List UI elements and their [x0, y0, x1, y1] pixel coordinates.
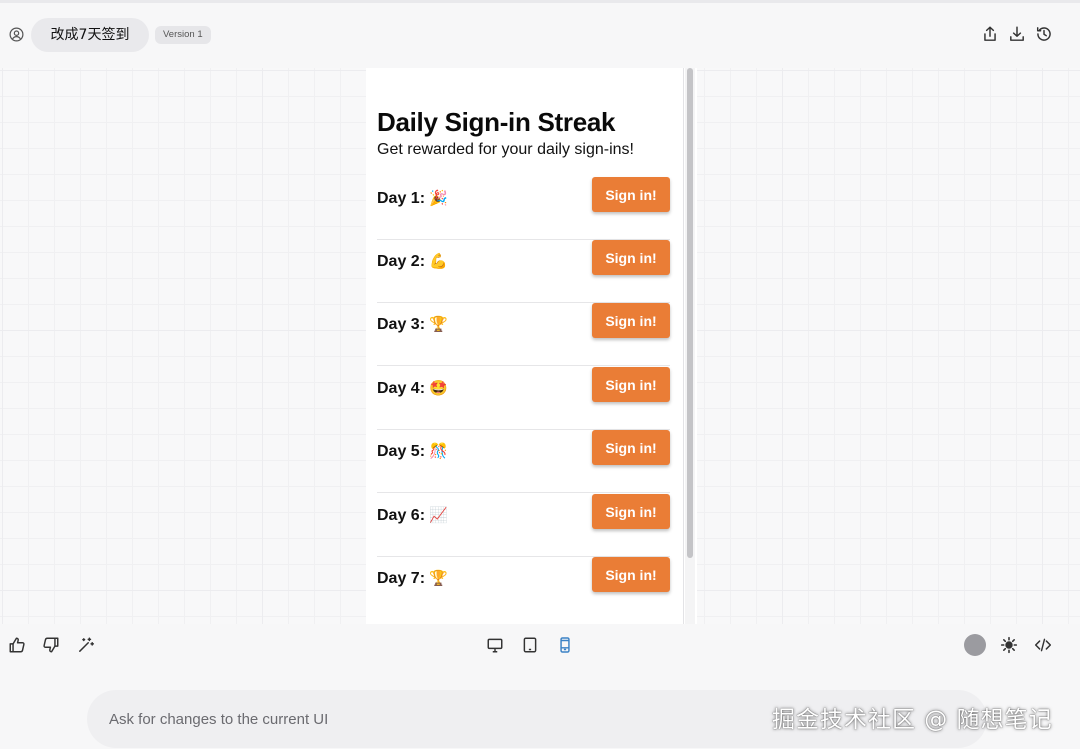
sign-in-button[interactable]: Sign in! — [592, 557, 670, 592]
day-emoji: 🎉 — [429, 189, 448, 207]
bottom-toolbar — [0, 624, 1080, 668]
magic-wand-icon[interactable] — [77, 636, 95, 654]
day-label: Day 3: 🏆 — [377, 315, 448, 333]
sign-in-button[interactable]: Sign in! — [592, 303, 670, 338]
day-emoji: 💪 — [429, 252, 448, 270]
day-emoji: 🏆 — [429, 315, 448, 333]
day-emoji: 🎊 — [429, 442, 448, 460]
thumbs-down-icon[interactable] — [42, 636, 60, 654]
share-icon[interactable] — [981, 25, 999, 43]
day-row: Day 2: 💪 Sign in! — [377, 240, 670, 303]
watermark: 掘金技术社区 @ 随想笔记 — [772, 707, 1053, 733]
code-icon[interactable] — [1034, 636, 1052, 654]
thumbs-up-icon[interactable] — [8, 636, 26, 654]
day-row: Day 1: 🎉 Sign in! — [377, 177, 670, 240]
day-emoji: 🤩 — [429, 379, 448, 397]
prompt-input[interactable] — [109, 707, 709, 731]
theme-toggle-icon[interactable] — [964, 634, 986, 656]
conversation-title[interactable]: 改成7天签到 — [31, 18, 149, 52]
sign-in-button[interactable]: Sign in! — [592, 430, 670, 465]
day-label: Day 4: 🤩 — [377, 379, 448, 397]
day-label: Day 2: 💪 — [377, 252, 448, 270]
history-icon[interactable] — [1035, 25, 1053, 43]
mobile-preview: Daily Sign-in Streak Get rewarded for yo… — [366, 68, 697, 624]
day-row: Day 6: 📈 Sign in! — [377, 494, 670, 557]
day-label: Day 7: 🏆 — [377, 569, 448, 587]
row-divider — [377, 365, 670, 366]
version-badge: Version 1 — [155, 26, 211, 44]
mobile-icon[interactable] — [556, 636, 574, 654]
day-row: Day 4: 🤩 Sign in! — [377, 367, 670, 430]
row-divider — [377, 492, 670, 493]
user-icon[interactable] — [9, 27, 24, 42]
tablet-icon[interactable] — [521, 636, 539, 654]
desktop-icon[interactable] — [486, 636, 504, 654]
day-emoji: 🏆 — [429, 569, 448, 587]
sign-in-button[interactable]: Sign in! — [592, 240, 670, 275]
preview-edge — [683, 68, 684, 624]
header: 改成7天签到 Version 1 — [0, 3, 1080, 65]
day-emoji: 📈 — [429, 506, 448, 524]
sign-in-button[interactable]: Sign in! — [592, 177, 670, 212]
day-row: Day 7: 🏆 Sign in! — [377, 557, 670, 620]
app-title: Daily Sign-in Streak — [377, 107, 616, 137]
download-icon[interactable] — [1008, 25, 1026, 43]
day-label: Day 1: 🎉 — [377, 189, 448, 207]
day-row: Day 5: 🎊 Sign in! — [377, 430, 670, 493]
scrollbar-thumb[interactable] — [687, 68, 693, 558]
preview-canvas: Daily Sign-in Streak Get rewarded for yo… — [0, 68, 1080, 624]
sign-in-button[interactable]: Sign in! — [592, 367, 670, 402]
sun-icon[interactable] — [1000, 636, 1018, 654]
day-label: Day 6: 📈 — [377, 506, 448, 524]
day-row: Day 3: 🏆 Sign in! — [377, 303, 670, 366]
day-label: Day 5: 🎊 — [377, 442, 448, 460]
app-subtitle: Get rewarded for your daily sign-ins! — [377, 141, 634, 158]
sign-in-button[interactable]: Sign in! — [592, 494, 670, 529]
